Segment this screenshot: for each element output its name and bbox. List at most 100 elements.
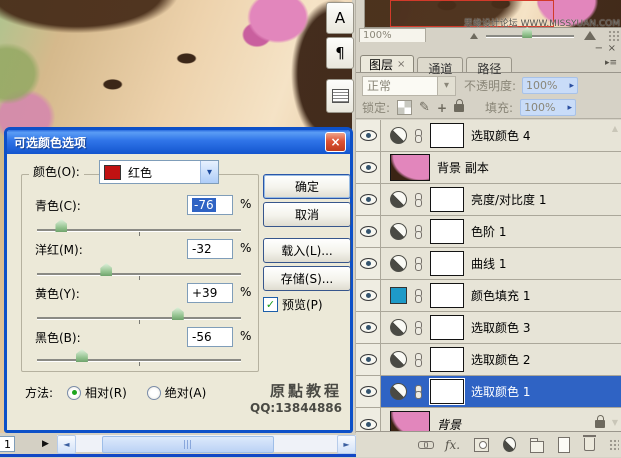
yellow-slider[interactable] [37,317,241,319]
opacity-spinner-icon[interactable]: ▸ [570,81,575,91]
layer-name[interactable]: 选取颜色 4 [471,127,530,144]
visibility-toggle[interactable] [356,120,381,151]
layer-row-levels-1[interactable]: 色阶 1 [356,216,621,248]
fill-spinner-icon[interactable]: ▸ [568,103,573,113]
layer-row-selective-color-2[interactable]: 选取颜色 2 [356,344,621,376]
layer-row-selective-color-1[interactable]: 选取颜色 1 [356,376,621,408]
magenta-slider[interactable] [37,273,241,275]
lock-all-icon[interactable] [454,104,464,112]
horizontal-scrollbar[interactable]: ◄ ► [57,435,356,452]
delete-layer-icon[interactable] [584,438,596,451]
adjustment-layer-icon[interactable] [390,319,407,336]
tab-paths[interactable]: 路径 [466,57,512,72]
visibility-toggle[interactable] [356,152,381,183]
radio-unselected-icon[interactable] [147,386,161,400]
tab-close-icon[interactable]: × [397,59,405,70]
preview-option[interactable]: ✓ 预览(P) [263,296,323,313]
visibility-toggle[interactable] [356,280,381,311]
layer-name[interactable]: 色阶 1 [471,223,506,240]
adjustment-layer-icon[interactable] [390,383,407,400]
lock-paint-icon[interactable]: ✎ [419,100,430,115]
layer-row-background-copy[interactable]: 背景 副本 [356,152,621,184]
combo-arrow-icon[interactable]: ▾ [200,161,218,183]
color-select[interactable]: 红色 ▾ [99,160,219,184]
visibility-toggle[interactable] [356,248,381,279]
layer-row-selective-color-4[interactable]: 选取颜色 4 [356,120,621,152]
add-mask-icon[interactable] [474,438,489,452]
panel-resize-grip[interactable] [608,30,620,42]
layer-row-curves-1[interactable]: 曲线 1 [356,248,621,280]
scroll-right-icon[interactable]: ► [337,435,356,454]
new-layer-icon[interactable] [558,437,570,453]
lock-transparency-icon[interactable] [397,100,412,115]
cyan-slider[interactable] [37,229,241,231]
layer-thumbnail[interactable] [390,154,430,181]
zoom-out-icon[interactable] [470,33,478,39]
dialog-close-button[interactable]: × [325,132,346,152]
black-value-input[interactable]: -56 [187,327,233,347]
visibility-toggle[interactable] [356,312,381,343]
adjustment-layer-icon[interactable] [390,191,407,208]
zoom-in-icon[interactable] [584,31,596,40]
layer-name[interactable]: 背景 副本 [437,159,489,176]
panel-close-button[interactable]: × [608,43,616,54]
visibility-toggle[interactable] [356,344,381,375]
fill-control[interactable]: 100% ▸ [520,99,576,116]
scroll-down-icon[interactable]: ▼ [612,419,618,427]
visibility-toggle[interactable] [356,216,381,247]
scrollbar-thumb[interactable] [102,436,274,453]
black-slider[interactable] [37,359,241,361]
fill-color-swatch[interactable] [390,287,407,304]
tab-channels[interactable]: 通道 [417,57,463,72]
layer-mask-thumbnail[interactable] [430,315,464,340]
method-relative-option[interactable]: 相对(R) [67,384,127,401]
radio-selected-icon[interactable] [67,386,81,400]
ok-button[interactable]: 确定 [263,174,351,199]
load-button[interactable]: 载入(L)... [263,238,351,263]
magenta-value-input[interactable]: -32 [187,239,233,259]
character-panel-button[interactable]: A [326,2,354,34]
layer-name[interactable]: 选取颜色 2 [471,351,530,368]
opacity-control[interactable]: 100% ▸ [522,77,578,94]
layer-name[interactable]: 亮度/对比度 1 [471,191,547,208]
yellow-value-input[interactable]: +39 [187,283,233,303]
layer-row-background[interactable]: 背景 [356,408,621,431]
layer-mask-thumbnail[interactable] [430,251,464,276]
blend-mode-select[interactable]: 正常 ▾ [362,76,456,96]
adjustment-layer-icon[interactable] [390,223,407,240]
layer-row-brightness-contrast-1[interactable]: 亮度/对比度 1 [356,184,621,216]
link-layers-icon[interactable] [418,441,431,449]
adjustment-layer-icon[interactable] [390,127,407,144]
panel-resize-grip[interactable] [609,439,619,451]
layer-name[interactable]: 选取颜色 3 [471,319,530,336]
dialog-title-bar[interactable]: 可选颜色选项 × [7,130,350,154]
navigator-zoom-input[interactable]: 100% [359,28,426,43]
status-zoom-field[interactable]: 1 [0,436,15,452]
cancel-button[interactable]: 取消 [263,202,351,227]
panel-minimize-button[interactable]: − [595,43,603,54]
visibility-toggle[interactable] [356,376,381,407]
layer-name[interactable]: 曲线 1 [471,255,506,272]
adjustment-layer-icon[interactable] [390,255,407,272]
layer-mask-thumbnail[interactable] [430,283,464,308]
lock-position-icon[interactable]: + [437,101,447,115]
layer-mask-thumbnail[interactable] [430,219,464,244]
palette-well-button[interactable] [326,79,354,113]
layer-name[interactable]: 选取颜色 1 [471,383,530,400]
layer-thumbnail[interactable] [390,411,430,432]
layer-mask-thumbnail[interactable] [430,123,464,148]
paragraph-panel-button[interactable]: ¶ [326,37,354,69]
visibility-toggle[interactable] [356,408,381,431]
layer-mask-thumbnail[interactable] [430,379,464,404]
adjustment-layer-icon[interactable] [390,351,407,368]
layer-name[interactable]: 颜色填充 1 [471,287,530,304]
new-group-icon[interactable] [530,441,544,453]
visibility-toggle[interactable] [356,184,381,215]
tab-layers[interactable]: 图层 × [360,55,414,72]
scroll-left-icon[interactable]: ◄ [57,435,76,454]
cyan-value-input[interactable]: -76 [187,195,233,215]
status-menu-icon[interactable]: ▶ [42,439,49,449]
new-adjustment-layer-icon[interactable] [503,437,516,452]
panel-menu-icon[interactable]: ▸≡ [605,58,617,68]
preview-checkbox[interactable]: ✓ [263,297,278,312]
